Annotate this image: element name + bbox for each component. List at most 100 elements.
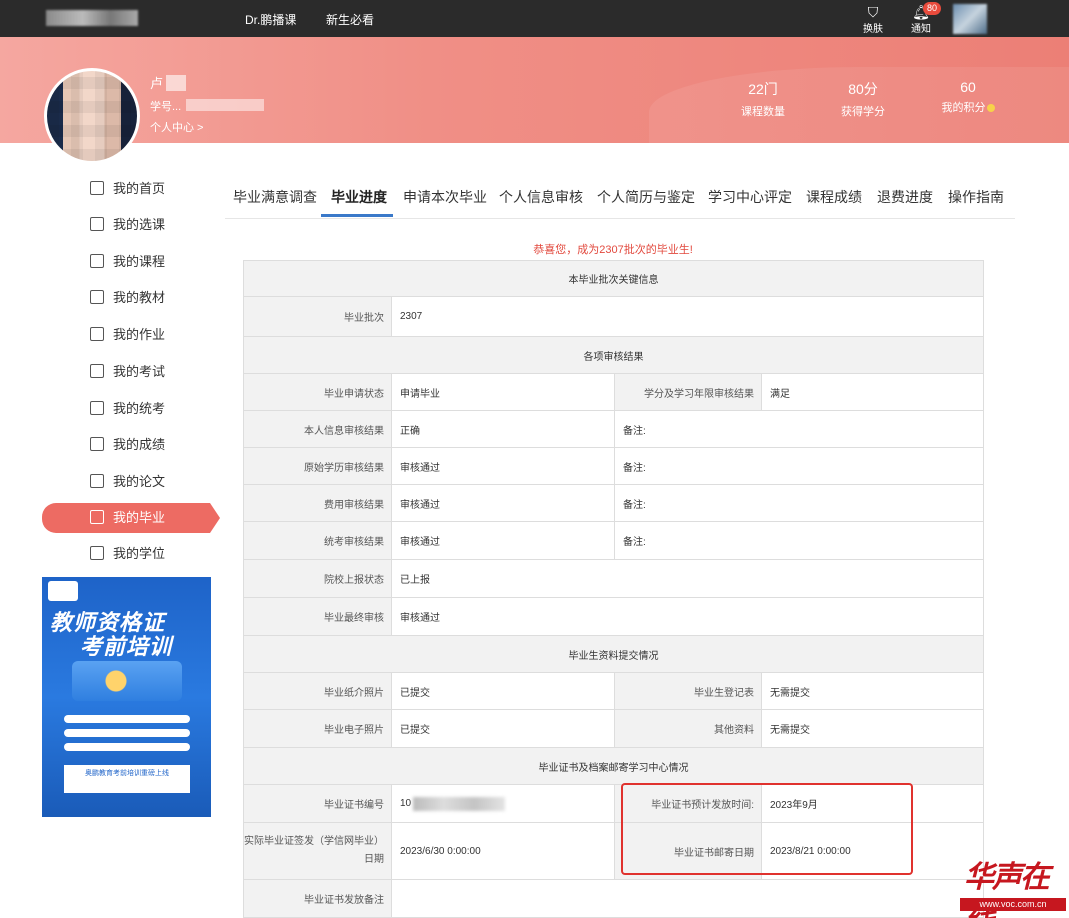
cert-number-text: 10 [400, 798, 412, 809]
remark-cell: 备注: [614, 485, 983, 521]
sidebar-item-label: 我的论文 [113, 474, 166, 489]
remark-cell: 备注: [614, 448, 983, 484]
student-number-mosaic [186, 99, 264, 111]
stat-credits-value: 80分 [848, 81, 878, 97]
active-tab-indicator [321, 214, 393, 217]
final-review-label: 毕业最终审核 [244, 598, 392, 635]
sidebar-item-label: 我的教材 [113, 290, 166, 305]
graduation-icon [90, 510, 104, 524]
teacher-cert-ad-banner[interactable]: 教师资格证 考前培训 奥鹏教育考前培训重磅上线 [42, 577, 211, 817]
tab[interactable]: 申请本次毕业 [403, 187, 487, 207]
sidebar-item[interactable]: 我的学位 [42, 539, 210, 569]
stat-courses-label: 课程数量 [741, 106, 785, 118]
education-review-value: 审核通过 [400, 462, 440, 474]
sidebar-item-label: 我的统考 [113, 401, 166, 416]
remark-cell: 备注: [614, 411, 983, 447]
degree-icon [90, 546, 104, 560]
skin-button[interactable]: ⛉ 换肤 [858, 4, 888, 35]
grad-status-label: 毕业申请状态 [244, 374, 392, 410]
paper-photo-label: 毕业纸介照片 [244, 673, 392, 709]
table-row: 毕业申请状态 申请毕业 学分及学习年限审核结果 满足 [243, 374, 984, 411]
sidebar-item-label: 我的课程 [113, 254, 166, 269]
sidebar-item[interactable]: 我的首页 [42, 174, 210, 204]
thesis-icon [90, 474, 104, 488]
user-avatar-large[interactable] [44, 68, 140, 164]
shirt-icon: ⛉ [867, 4, 879, 20]
tab[interactable]: 课程成绩 [806, 187, 862, 207]
tab[interactable]: 个人简历与鉴定 [597, 187, 695, 207]
exam-icon [90, 364, 104, 378]
tab[interactable]: 毕业满意调查 [233, 187, 317, 207]
personal-center-link[interactable]: 个人中心 > [150, 119, 203, 135]
credit-review-label: 学分及学习年限审核结果 [614, 374, 762, 410]
stat-credits[interactable]: 80分 获得学分 [838, 79, 888, 119]
stat-points-label: 我的积分 [940, 99, 996, 115]
homework-icon [90, 327, 104, 341]
actual-issue-label: 实际毕业证签发（学信网毕业）日期 [244, 823, 392, 879]
cert-number-label: 毕业证书编号 [244, 785, 392, 822]
fee-review-label: 费用审核结果 [244, 485, 392, 521]
sidebar-item[interactable]: 我的毕业 [42, 503, 220, 533]
section-title: 各项审核结果 [583, 351, 644, 363]
school-report-value: 已上报 [400, 575, 430, 586]
sidebar-item[interactable]: 我的选课 [42, 210, 210, 240]
batch-label: 毕业批次 [244, 297, 392, 336]
watermark-url: www.voc.com.cn [960, 898, 1066, 911]
tab[interactable]: 操作指南 [948, 187, 1004, 207]
section-header-materials: 毕业生资料提交情况 [243, 636, 984, 673]
section-header-review: 各项审核结果 [243, 337, 984, 374]
profile-banner: 卢 学号... 个人中心 > 22门 课程数量 80分 获得学分 60 我的积分 [0, 37, 1069, 143]
sidebar-item[interactable]: 我的作业 [42, 320, 210, 350]
section-header-key-info: 本毕业批次关键信息 [243, 260, 984, 297]
other-materials-label: 其他资料 [614, 710, 762, 747]
register-form-value: 无需提交 [770, 687, 810, 699]
ad-pill [64, 729, 190, 737]
tab[interactable]: 退费进度 [877, 187, 933, 207]
sidebar-item[interactable]: 我的课程 [42, 247, 210, 277]
sidebar-item[interactable]: 我的论文 [42, 467, 210, 497]
batch-value: 2307 [400, 311, 423, 322]
stat-courses[interactable]: 22门 课程数量 [738, 79, 788, 119]
credit-review-value: 满足 [770, 388, 790, 400]
site-logo[interactable] [46, 10, 138, 26]
voc-watermark: 华声在线 www.voc.com.cn [960, 852, 1066, 918]
top-bar: Dr.鹏播课 新生必看 ⛉ 换肤 🔔︎ 通知 80 [0, 0, 1069, 37]
ad-title-line2: 考前培训 [80, 634, 173, 659]
sidebar-item[interactable]: 我的统考 [42, 394, 210, 424]
tab[interactable]: 学习中心评定 [708, 187, 792, 207]
tab[interactable]: 毕业进度 [331, 187, 387, 207]
stat-points[interactable]: 60 我的积分 [940, 79, 996, 115]
sidebar-item-label: 我的学位 [113, 546, 166, 561]
sidebar-item-label: 我的首页 [113, 181, 166, 196]
table-row: 院校上报状态 已上报 [243, 560, 984, 598]
sidebar-item[interactable]: 我的成绩 [42, 430, 210, 460]
nav-new-student[interactable]: 新生必看 [326, 11, 374, 28]
school-report-label: 院校上报状态 [244, 560, 392, 597]
coin-icon [986, 104, 995, 113]
sidebar-item-label: 我的考试 [113, 364, 166, 379]
grad-status-value: 申请毕业 [400, 388, 440, 400]
table-row: 原始学历审核结果 审核通过 备注: [243, 448, 984, 485]
tab[interactable]: 个人信息审核 [499, 187, 583, 207]
sidebar-item[interactable]: 我的考试 [42, 357, 210, 387]
sidebar-item-label: 我的成绩 [113, 437, 166, 452]
sidebar-item-label: 我的作业 [113, 327, 166, 342]
home-icon [90, 181, 104, 195]
paper-photo-value: 已提交 [400, 687, 430, 699]
user-avatar-small[interactable] [953, 4, 987, 34]
other-materials-value: 无需提交 [770, 725, 810, 736]
user-name: 卢 [150, 76, 164, 91]
e-photo-label: 毕业电子照片 [244, 710, 392, 747]
cert-number-value: 10 [392, 785, 614, 822]
nav-drpengbo[interactable]: Dr.鹏播课 [245, 11, 296, 28]
fee-review-value: 审核通过 [400, 499, 440, 511]
table-row: 毕业证书发放备注 [243, 880, 984, 918]
skin-label: 换肤 [863, 24, 883, 35]
cert-note-value [392, 880, 983, 917]
stat-courses-value: 22门 [748, 81, 778, 97]
section-title: 毕业生资料提交情况 [568, 650, 659, 662]
student-number: 学号... [150, 101, 182, 113]
cert-number-mosaic [413, 796, 506, 811]
sidebar-item[interactable]: 我的教材 [42, 283, 210, 313]
sidebar-item-label: 我的毕业 [113, 510, 166, 525]
